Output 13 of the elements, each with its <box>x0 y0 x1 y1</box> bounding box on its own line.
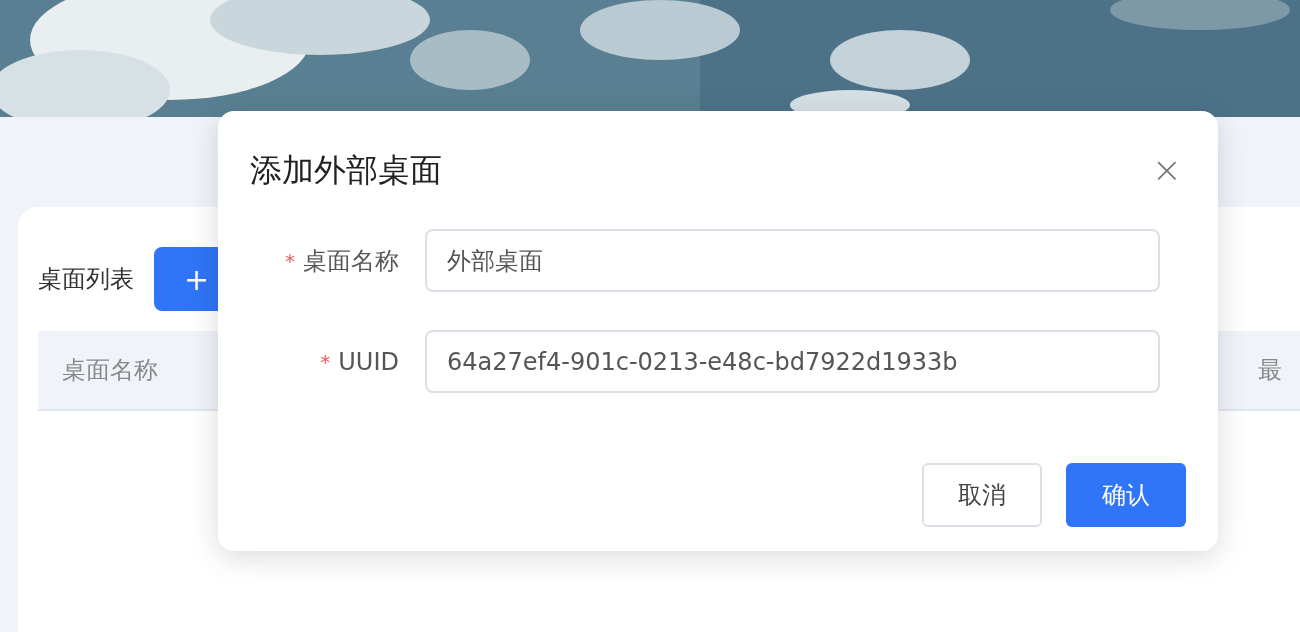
field-label: 桌面名称 <box>303 245 399 277</box>
list-title: 桌面列表 <box>38 264 134 295</box>
required-mark: * <box>285 247 295 275</box>
required-mark: * <box>320 348 331 376</box>
dialog-title: 添加外部桌面 <box>250 150 442 191</box>
close-button[interactable]: × <box>1151 152 1182 188</box>
input-field[interactable]: 64a27ef4-901c-0213-e48c-bd7922d1933b <box>425 330 1160 393</box>
input-field[interactable]: 外部桌面 <box>425 229 1160 292</box>
cancel-button[interactable]: 取消 <box>922 463 1042 527</box>
field-label: UUID <box>338 346 399 378</box>
column-header: 最 <box>1258 355 1282 386</box>
column-header: 桌面名称 <box>61 355 158 386</box>
confirm-button[interactable]: 确认 <box>1066 463 1186 527</box>
